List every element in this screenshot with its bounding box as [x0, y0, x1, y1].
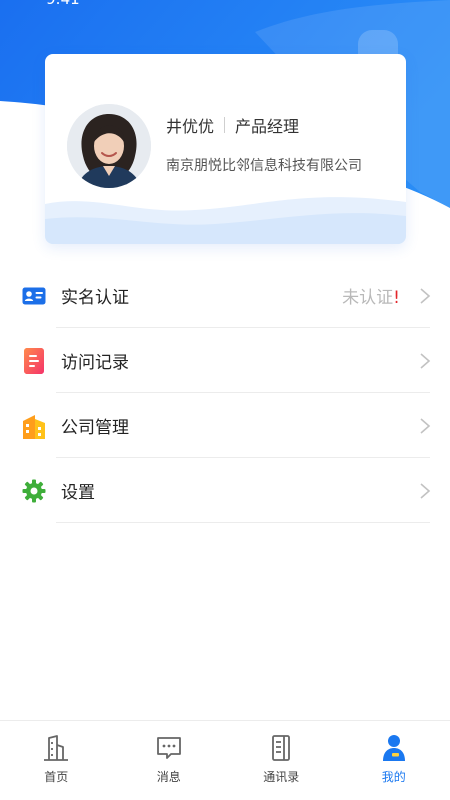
company-building-icon: [21, 413, 47, 439]
menu-item-label: 实名认证: [61, 288, 129, 308]
tab-label: 通讯录: [263, 770, 300, 784]
chevron-right-icon: [420, 482, 431, 499]
gear-icon: [21, 478, 47, 504]
menu-item-real-name-verification[interactable]: 实名认证 未认证!: [0, 263, 450, 328]
name-title-row: 井优优 产品经理: [166, 113, 299, 137]
status-bar: 9:41: [0, 0, 450, 10]
tab-label: 首页: [44, 770, 69, 784]
menu-item-label: 访问记录: [61, 353, 129, 373]
menu-item-company-management[interactable]: 公司管理: [0, 393, 450, 458]
verification-status-text: 未认证: [342, 288, 394, 308]
user-profile-icon: [382, 735, 405, 761]
contacts-book-icon: [272, 735, 291, 761]
buildings-icon: [44, 735, 69, 761]
status-time: 9:41: [46, 0, 80, 8]
avatar[interactable]: [67, 104, 151, 188]
chevron-right-icon: [420, 417, 431, 434]
id-card-icon: [21, 283, 47, 309]
menu-item-visit-records[interactable]: 访问记录: [0, 328, 450, 393]
chevron-right-icon: [420, 287, 431, 304]
verification-status: 未认证!: [342, 283, 400, 308]
profile-name: 井优优: [166, 117, 215, 136]
tab-mine[interactable]: 我的: [338, 721, 450, 800]
card-wave-decoration: [45, 197, 406, 244]
tab-home[interactable]: 首页: [0, 721, 113, 800]
bottom-tab-bar: 首页 消息 通讯录 我的: [0, 720, 450, 800]
menu-item-label: 公司管理: [61, 418, 129, 438]
message-icon: [156, 737, 181, 759]
verification-warning-mark: !: [393, 288, 400, 308]
tab-label: 消息: [156, 770, 181, 784]
menu-item-settings[interactable]: 设置: [0, 458, 450, 523]
chevron-right-icon: [420, 352, 431, 369]
record-document-icon: [21, 347, 47, 374]
name-divider: [224, 117, 226, 133]
menu-list: 实名认证 未认证! 访问记录 公司管理 设置: [0, 263, 450, 523]
profile-company: 南京朋悦比邻信息科技有限公司: [166, 158, 362, 174]
profile-title: 产品经理: [235, 117, 300, 136]
tab-messages[interactable]: 消息: [113, 721, 226, 800]
profile-card[interactable]: 井优优 产品经理 南京朋悦比邻信息科技有限公司: [45, 54, 406, 244]
tab-label: 我的: [381, 770, 406, 784]
menu-divider: [56, 522, 430, 523]
tab-contacts[interactable]: 通讯录: [225, 721, 338, 800]
my-profile-screen: 9:41 井优优 产品经理 南京朋悦比邻信息科技有限公司: [0, 0, 450, 800]
menu-item-label: 设置: [61, 483, 95, 503]
